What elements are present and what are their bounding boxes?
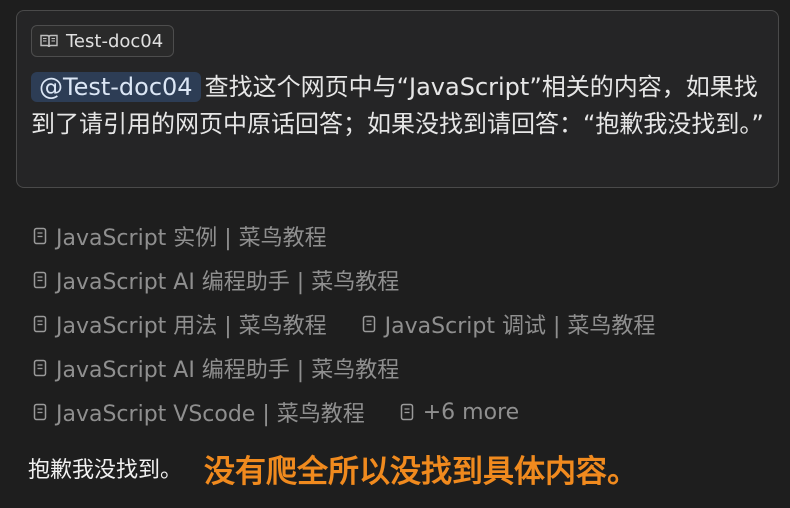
document-icon	[32, 271, 48, 289]
source-row: JavaScript AI 编程助手 | 菜鸟教程	[32, 346, 772, 390]
doc-context-chip[interactable]: Test-doc04	[31, 25, 175, 57]
document-icon	[32, 359, 48, 377]
source-item[interactable]: JavaScript 用法 | 菜鸟教程	[32, 308, 327, 340]
source-item[interactable]: JavaScript 调试 | 菜鸟教程	[361, 308, 656, 340]
source-title: JavaScript AI 编程助手 | 菜鸟教程	[56, 270, 400, 295]
source-title: JavaScript AI 编程助手 | 菜鸟教程	[56, 358, 400, 383]
prompt-message: @Test-doc04 查找这个网页中与“JavaScript”相关的内容，如果找…	[31, 69, 766, 143]
source-title: JavaScript 用法 | 菜鸟教程	[56, 314, 327, 339]
source-list: JavaScript 实例 | 菜鸟教程 JavaScript AI 编程助手 …	[32, 214, 772, 434]
document-icon	[399, 403, 415, 421]
document-icon	[361, 315, 377, 333]
source-title: JavaScript VScode | 菜鸟教程	[56, 402, 365, 427]
document-icon	[32, 403, 48, 421]
prompt-card: Test-doc04 @Test-doc04 查找这个网页中与“JavaScrip…	[16, 10, 779, 188]
document-icon	[32, 227, 48, 245]
more-sources-button[interactable]: +6 more	[399, 400, 519, 425]
source-row: JavaScript AI 编程助手 | 菜鸟教程	[32, 258, 772, 302]
source-title: JavaScript 实例 | 菜鸟教程	[56, 226, 327, 251]
answer-block: 抱歉我没找到。 没有爬全所以没找到具体内容。	[28, 446, 638, 490]
doc-chip-label: Test-doc04	[66, 30, 164, 52]
source-item[interactable]: JavaScript 实例 | 菜鸟教程	[32, 220, 327, 252]
doc-mention[interactable]: @Test-doc04	[31, 72, 201, 102]
source-row: JavaScript 用法 | 菜鸟教程 JavaScript 调试 | 菜鸟教…	[32, 302, 772, 346]
source-row: JavaScript 实例 | 菜鸟教程	[32, 214, 772, 258]
more-sources-label: +6 more	[422, 399, 520, 425]
annotation-note: 没有爬全所以没找到具体内容。	[204, 453, 639, 490]
source-item[interactable]: JavaScript AI 编程助手 | 菜鸟教程	[32, 264, 399, 296]
source-item[interactable]: JavaScript AI 编程助手 | 菜鸟教程	[32, 352, 399, 384]
source-row: JavaScript VScode | 菜鸟教程 +6 more	[32, 390, 772, 434]
source-item[interactable]: JavaScript VScode | 菜鸟教程	[32, 396, 365, 428]
answer-text: 抱歉我没找到。	[28, 458, 183, 483]
document-icon	[32, 315, 48, 333]
book-icon	[40, 34, 58, 48]
source-title: JavaScript 调试 | 菜鸟教程	[384, 314, 656, 339]
